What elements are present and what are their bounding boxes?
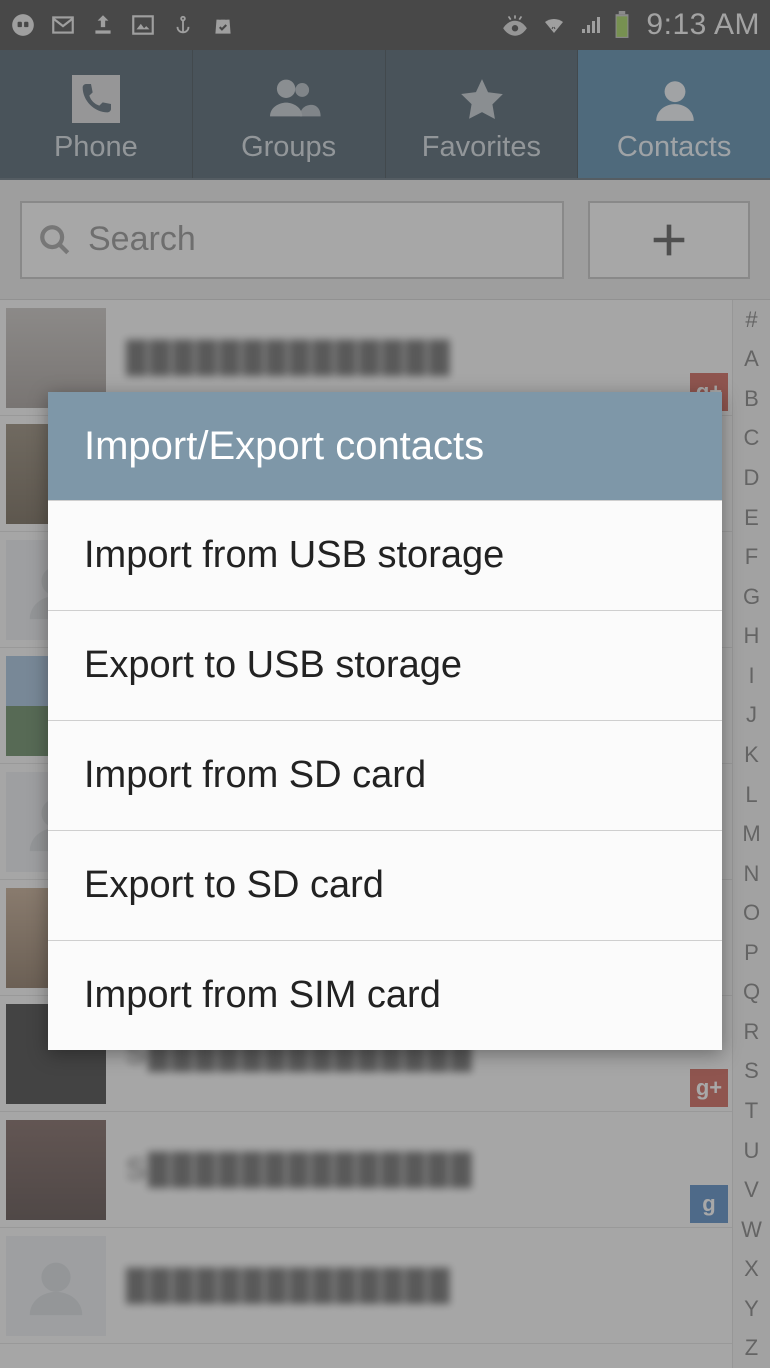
dialog-item-import-usb[interactable]: Import from USB storage bbox=[48, 500, 722, 610]
screen: 9:13 AM Phone Groups Favorites Con bbox=[0, 0, 770, 1368]
dialog-item-export-sd[interactable]: Export to SD card bbox=[48, 830, 722, 940]
dialog-item-import-sd[interactable]: Import from SD card bbox=[48, 720, 722, 830]
dialog-title: Import/Export contacts bbox=[48, 392, 722, 500]
dialog-item-import-sim[interactable]: Import from SIM card bbox=[48, 940, 722, 1050]
dialog-item-export-usb[interactable]: Export to USB storage bbox=[48, 610, 722, 720]
import-export-dialog: Import/Export contacts Import from USB s… bbox=[48, 392, 722, 1050]
